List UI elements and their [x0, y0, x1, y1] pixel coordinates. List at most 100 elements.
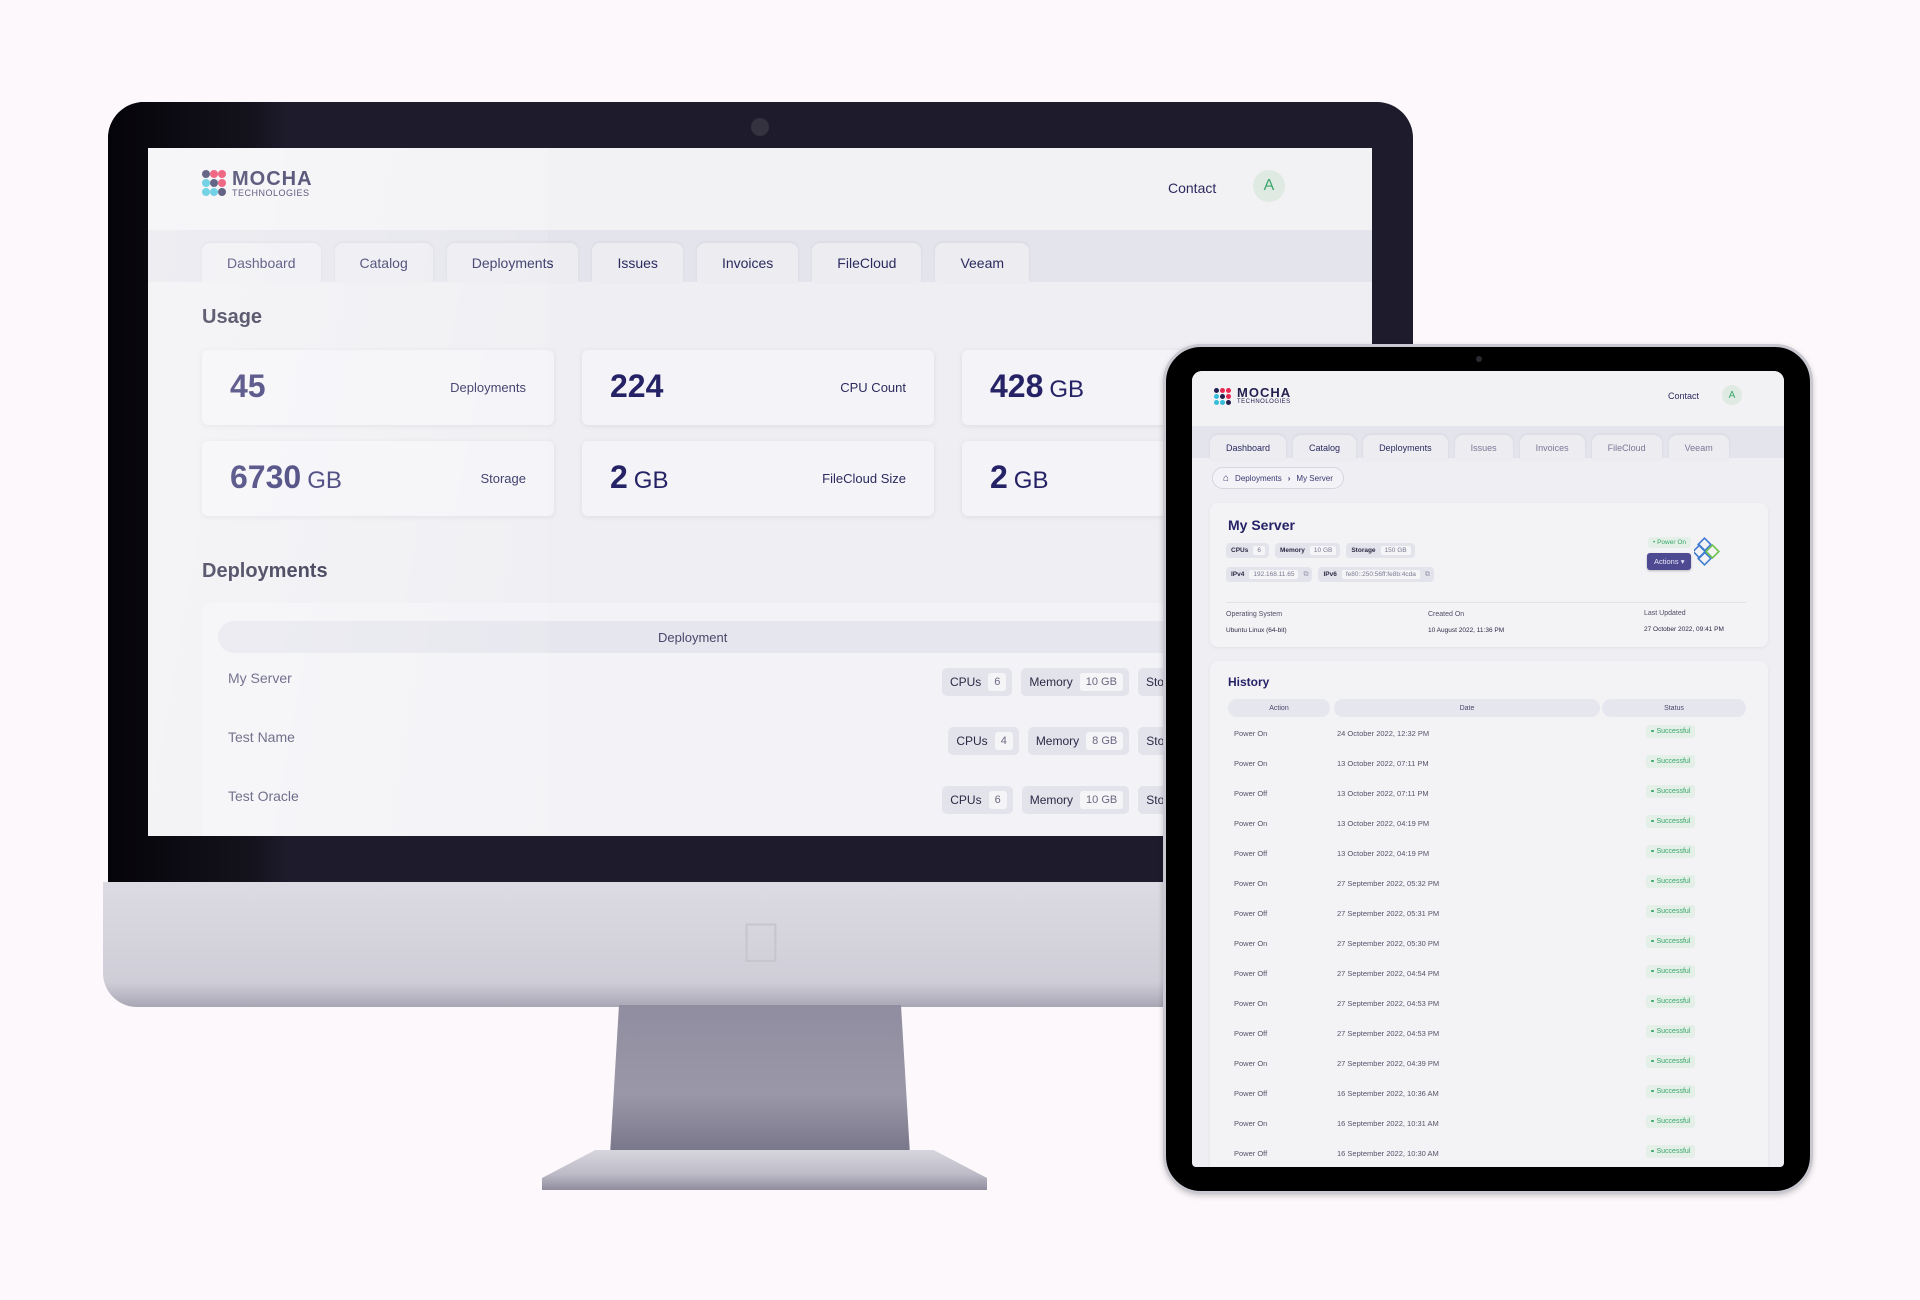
column-header-status[interactable]: Status	[1602, 699, 1746, 717]
nav-tabs: Dashboard Catalog Deployments Issues Inv…	[202, 243, 1030, 282]
tablet-screen: Mocha Technologies Contact A Dashboard C…	[1192, 371, 1784, 1167]
updated-value: 27 October 2022, 09:41 PM	[1644, 626, 1724, 633]
home-icon[interactable]: ⌂	[1223, 473, 1229, 484]
tab-filecloud[interactable]: FileCloud	[1591, 435, 1662, 460]
stat-unit: GB	[1013, 467, 1049, 494]
stat-value: 45	[230, 368, 266, 404]
stat-label: FileCloud Size	[822, 471, 906, 486]
actions-dropdown-button[interactable]: Actions ▾	[1647, 553, 1692, 570]
history-action: Power On	[1234, 1119, 1268, 1128]
history-action: Power Off	[1234, 969, 1268, 978]
tab-deployments[interactable]: Deployments	[446, 243, 579, 282]
tab-catalog[interactable]: Catalog	[1293, 435, 1357, 460]
updated-label: Last Updated	[1644, 610, 1686, 617]
divider	[1226, 602, 1746, 603]
status-badge: Successful	[1646, 1025, 1696, 1038]
status-badge: Successful	[1646, 845, 1696, 858]
status-badge: Successful	[1646, 875, 1696, 888]
stat-value: 224	[610, 368, 664, 404]
tab-filecloud[interactable]: FileCloud	[812, 243, 922, 282]
history-date: 27 September 2022, 04:54 PM	[1337, 969, 1440, 978]
brand-logo[interactable]: Mocha Technologies	[1214, 386, 1291, 406]
history-action: Power On	[1234, 1059, 1268, 1068]
status-badge: Successful	[1646, 815, 1696, 828]
tab-dashboard[interactable]: Dashboard	[202, 243, 321, 282]
column-header-deployment[interactable]: Deployment	[658, 630, 727, 645]
tab-invoices[interactable]: Invoices	[1519, 435, 1585, 460]
tab-issues[interactable]: Issues	[592, 243, 683, 282]
copy-icon[interactable]: ⧉	[1303, 571, 1308, 579]
storage-chip: Storage150 GB	[1346, 543, 1415, 558]
usage-heading: Usage	[202, 306, 263, 328]
os-label: Operating System	[1226, 611, 1283, 618]
contact-link[interactable]: Contact	[1668, 391, 1699, 401]
history-date: 27 September 2022, 05:30 PM	[1337, 939, 1440, 948]
user-avatar[interactable]: A	[1253, 170, 1285, 202]
tab-veeam[interactable]: Veeam	[935, 243, 1030, 282]
history-action: Power On	[1234, 729, 1268, 738]
stat-label: Storage	[480, 471, 526, 486]
stat-label: CPU Count	[840, 380, 906, 395]
history-action: Power Off	[1234, 909, 1268, 918]
history-action: Power Off	[1234, 789, 1268, 798]
history-action: Power On	[1234, 819, 1268, 828]
server-details-card: My Server CPUs 6 Memory 10 GB Storage 150 G…	[1210, 503, 1768, 647]
history-row: Power On 24 October 2022, 12:32 PM Success…	[1210, 725, 1768, 745]
history-date: 27 September 2022, 05:31 PM	[1337, 909, 1440, 918]
status-badge: Successful	[1646, 755, 1696, 768]
history-row: Power On 27 September 2022, 04:53 PM Succe…	[1210, 995, 1768, 1015]
contact-link[interactable]: Contact	[1168, 180, 1216, 196]
history-date: 13 October 2022, 04:19 PM	[1337, 819, 1430, 828]
breadcrumb-deployments[interactable]: Deployments	[1235, 474, 1282, 483]
nav-tabs: Dashboard Catalog Deployments Issues Inv…	[1210, 435, 1729, 460]
deployments-heading: Deployments	[202, 560, 328, 582]
stat-value: 2	[610, 459, 628, 495]
brand-logo[interactable]: Mocha Technologies	[202, 169, 313, 198]
stat-card-storage: 6730 GB Storage	[202, 441, 554, 516]
deployment-name[interactable]: My Server	[228, 670, 292, 686]
column-header-action[interactable]: Action	[1228, 699, 1330, 717]
breadcrumb: ⌂ Deployments › My Server	[1212, 467, 1344, 489]
memory-chip: Memory 10 GB	[1021, 668, 1129, 696]
status-badge: Successful	[1646, 905, 1696, 918]
apple-logo-icon: 	[740, 910, 782, 975]
history-row: Power On 13 October 2022, 04:19 PM Success…	[1210, 815, 1768, 835]
history-date: 13 October 2022, 07:11 PM	[1337, 759, 1429, 768]
history-action: Power Off	[1234, 1149, 1268, 1158]
chevron-right-icon: ›	[1287, 473, 1291, 483]
logo-mark-icon	[1214, 387, 1234, 406]
deployment-name[interactable]: Test Name	[228, 729, 295, 745]
history-date: 27 September 2022, 04:53 PM	[1337, 999, 1440, 1008]
history-action: Power On	[1234, 879, 1268, 888]
deployment-name[interactable]: Test Oracle	[228, 788, 299, 804]
history-date: 24 October 2022, 12:32 PM	[1337, 729, 1430, 738]
history-action: Power On	[1234, 999, 1268, 1008]
history-row: Power On 27 September 2022, 05:30 PM Succe…	[1210, 935, 1768, 955]
tab-deployments[interactable]: Deployments	[1363, 435, 1448, 460]
memory-chip: Memory 10 GB	[1274, 543, 1341, 558]
tab-issues[interactable]: Issues	[1454, 435, 1513, 460]
tab-catalog[interactable]: Catalog	[334, 243, 433, 282]
monitor-stand	[610, 1005, 910, 1155]
created-label: Created On	[1428, 611, 1465, 618]
status-badge: Successful	[1646, 995, 1696, 1008]
column-header-date[interactable]: Date	[1334, 699, 1600, 717]
history-row: Power On 16 September 2022, 10:31 AM Succe…	[1210, 1115, 1768, 1135]
status-badge: Successful	[1646, 1115, 1696, 1128]
stat-card-deployments: 45 Deployments	[202, 350, 554, 425]
ipv4-chip: IPv4 192.168.11.65 ⧉	[1226, 567, 1313, 582]
tab-invoices[interactable]: Invoices	[696, 243, 799, 282]
history-date: 13 October 2022, 07:11 PM	[1337, 789, 1429, 798]
history-date: 16 September 2022, 10:31 AM	[1337, 1119, 1439, 1128]
tab-veeam[interactable]: Veeam	[1668, 435, 1729, 460]
user-avatar[interactable]: A	[1722, 385, 1742, 405]
tab-dashboard[interactable]: Dashboard	[1210, 435, 1287, 460]
tablet-device: Mocha Technologies Contact A Dashboard C…	[1163, 344, 1813, 1194]
history-row: Power Off 13 October 2022, 04:19 PM Succes…	[1210, 845, 1768, 865]
power-status-badge: • Power On	[1648, 537, 1691, 548]
monitor-camera-icon	[751, 118, 769, 136]
stat-value: 428	[990, 368, 1044, 404]
cpus-chip: CPUs 4	[948, 727, 1019, 755]
cpus-chip: CPUs 6	[941, 668, 1013, 696]
copy-icon[interactable]: ⧉	[1425, 571, 1430, 579]
